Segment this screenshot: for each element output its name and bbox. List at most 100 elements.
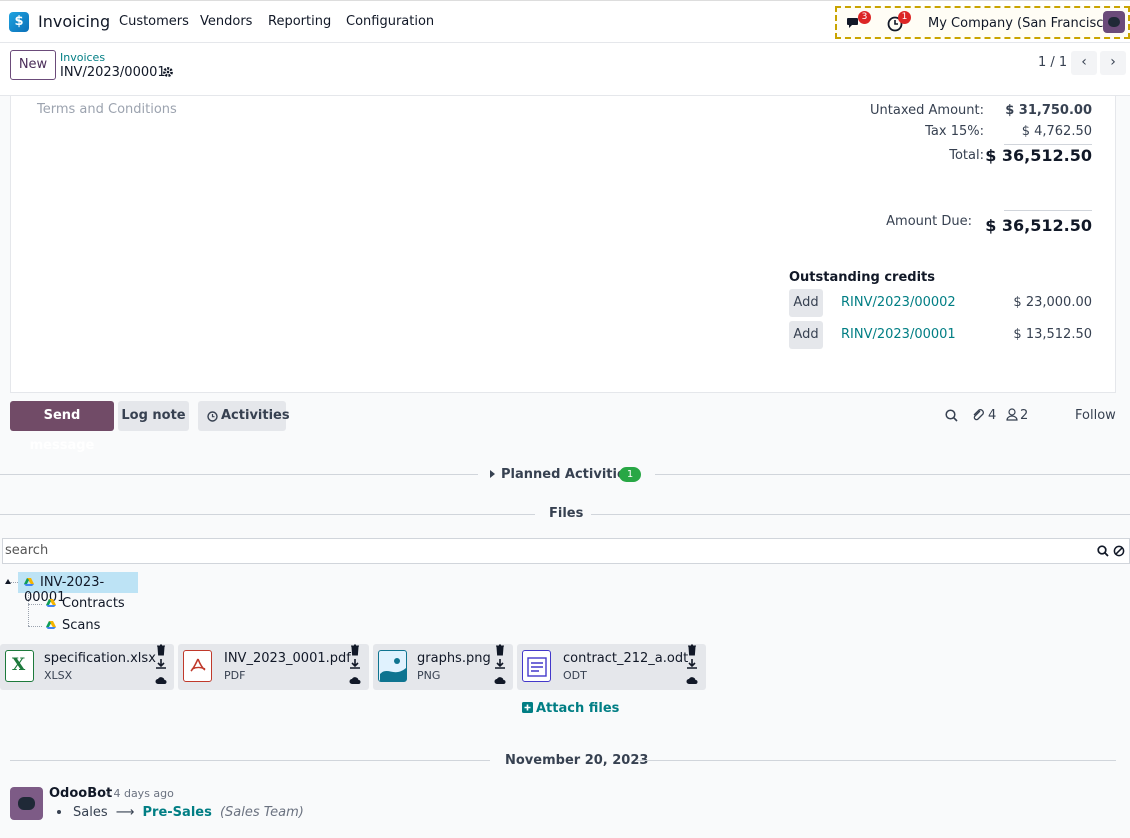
- add-credit-button[interactable]: Add: [789, 289, 823, 317]
- pdf-file-icon: [183, 650, 212, 682]
- google-drive-icon: [46, 599, 56, 607]
- attachments-count[interactable]: 4: [988, 408, 996, 423]
- attachment-name[interactable]: INV_2023_0001.pdf: [224, 651, 351, 666]
- new-button[interactable]: New: [10, 50, 56, 80]
- followers-count[interactable]: 2: [1020, 408, 1028, 423]
- tax-label: Tax 15%:: [925, 124, 984, 139]
- attachment-name[interactable]: graphs.png: [417, 651, 491, 666]
- tracking-field-name: (Sales Team): [219, 805, 304, 820]
- download-icon[interactable]: [686, 658, 698, 670]
- invoicing-app-icon[interactable]: $: [9, 12, 29, 32]
- user-avatar[interactable]: [1103, 11, 1125, 33]
- attach-files-button[interactable]: Attach files: [522, 701, 619, 716]
- document-file-icon: [522, 650, 551, 682]
- cloud-upload-icon[interactable]: [686, 674, 698, 686]
- credit-reference-link[interactable]: RINV/2023/00002: [841, 295, 956, 310]
- separator-line: [636, 760, 1116, 761]
- form-sheet: Terms and Conditions Untaxed Amount: $ 3…: [10, 96, 1116, 393]
- download-icon[interactable]: [494, 658, 506, 670]
- total-value: $ 36,512.50: [985, 146, 1092, 165]
- trash-icon[interactable]: [155, 644, 167, 656]
- message-author[interactable]: OdooBot: [49, 786, 112, 801]
- message-date: - 4 days ago: [106, 787, 174, 800]
- files-search-input[interactable]: [5, 543, 1085, 558]
- bullet: [57, 810, 61, 814]
- plus-square-icon: [522, 702, 533, 713]
- breadcrumb-invoices[interactable]: Invoices: [60, 51, 105, 64]
- attachment-card[interactable]: INV_2023_0001.pdf PDF: [178, 644, 369, 690]
- tree-folder-scans[interactable]: Scans: [46, 618, 100, 633]
- tree-connector: [10, 582, 18, 583]
- tree-folder-contracts[interactable]: Contracts: [46, 596, 125, 611]
- tree-folder-label: Scans: [62, 618, 101, 633]
- terms-and-conditions-field[interactable]: Terms and Conditions: [37, 102, 177, 117]
- trash-icon[interactable]: [494, 644, 506, 656]
- trash-icon[interactable]: [686, 644, 698, 656]
- amount-due-divider: [1004, 210, 1092, 211]
- attach-files-label: Attach files: [536, 701, 620, 716]
- tax-value: $ 4,762.50: [1021, 124, 1092, 139]
- systray: 3 1 My Company (San Francisco): [835, 6, 1130, 39]
- follow-button[interactable]: Follow: [1075, 408, 1116, 423]
- tree-folder-root[interactable]: INV-2023-00001: [18, 572, 138, 605]
- clock-icon: [207, 411, 218, 422]
- outstanding-credits-title: Outstanding credits: [789, 270, 935, 285]
- amount-due-label: Amount Due:: [886, 214, 972, 229]
- planned-activities-count-badge: 1: [619, 467, 641, 482]
- separator-line: [655, 474, 1130, 475]
- menu-vendors[interactable]: Vendors: [200, 14, 252, 29]
- menu-reporting[interactable]: Reporting: [268, 14, 331, 29]
- activities-count-badge: 1: [898, 11, 911, 24]
- download-icon[interactable]: [349, 658, 361, 670]
- tracking-value-line: Sales ⟶ Pre-Sales (Sales Team): [57, 805, 304, 820]
- attachment-name[interactable]: contract_212_a.odt: [563, 651, 688, 666]
- trash-icon[interactable]: [349, 644, 361, 656]
- caret-right-icon[interactable]: [490, 470, 495, 478]
- credit-reference-link[interactable]: RINV/2023/00001: [841, 327, 956, 342]
- cloud-upload-icon[interactable]: [155, 674, 167, 686]
- cloud-upload-icon[interactable]: [349, 674, 361, 686]
- attachment-name[interactable]: specification.xlsx: [44, 651, 156, 666]
- attachment-extension: PDF: [224, 669, 246, 682]
- menu-customers[interactable]: Customers: [119, 14, 189, 29]
- attachment-extension: XLSX: [44, 669, 73, 682]
- menu-configuration[interactable]: Configuration: [346, 14, 434, 29]
- attachment-card[interactable]: graphs.png PNG: [373, 644, 513, 690]
- messages-count-badge: 3: [858, 11, 871, 24]
- download-icon[interactable]: [155, 658, 167, 670]
- company-switcher[interactable]: My Company (San Francisco): [928, 16, 1116, 31]
- top-navbar: $ Invoicing Customers Vendors Reporting …: [0, 0, 1130, 43]
- clear-icon[interactable]: [1113, 545, 1125, 557]
- pager-previous-button[interactable]: ‹: [1071, 51, 1097, 75]
- files-section-title: Files: [549, 506, 584, 521]
- attachment-card[interactable]: X specification.xlsx XLSX: [0, 644, 174, 690]
- app-name[interactable]: Invoicing: [38, 12, 110, 31]
- activities-button[interactable]: Activities: [198, 401, 290, 431]
- planned-activities-toggle[interactable]: Planned Activities: [501, 467, 634, 482]
- cloud-upload-icon[interactable]: [494, 674, 506, 686]
- add-credit-button[interactable]: Add: [789, 321, 823, 349]
- credit-amount: $ 13,512.50: [1013, 327, 1092, 342]
- search-icon[interactable]: [1097, 545, 1109, 557]
- pager-next-button[interactable]: ›: [1100, 51, 1126, 75]
- separator-line: [591, 514, 1130, 515]
- pager-value[interactable]: 1 / 1: [1038, 55, 1067, 70]
- attachment-extension: PNG: [417, 669, 441, 682]
- credit-amount: $ 23,000.00: [1013, 295, 1092, 310]
- search-icon[interactable]: [945, 409, 958, 422]
- tree-connector: [28, 626, 42, 627]
- tree-folder-label: Contracts: [62, 596, 125, 611]
- separator-line: [0, 474, 478, 475]
- tracking-new-value: Pre-Sales: [142, 805, 212, 820]
- arrow-right-icon: ⟶: [115, 805, 135, 820]
- followers-icon[interactable]: [1006, 408, 1018, 421]
- message-date-separator: November 20, 2023: [505, 753, 649, 768]
- log-note-button[interactable]: Log note: [118, 401, 189, 431]
- odoobot-avatar[interactable]: [10, 787, 43, 820]
- send-message-button[interactable]: Send message: [10, 401, 114, 453]
- paperclip-icon[interactable]: [971, 408, 985, 422]
- control-panel: New Invoices INV/2023/00001 1 / 1 ‹ ›: [0, 43, 1130, 96]
- attachment-card[interactable]: contract_212_a.odt ODT: [517, 644, 706, 690]
- gear-icon[interactable]: [162, 66, 174, 78]
- tracking-old-value: Sales: [73, 805, 108, 820]
